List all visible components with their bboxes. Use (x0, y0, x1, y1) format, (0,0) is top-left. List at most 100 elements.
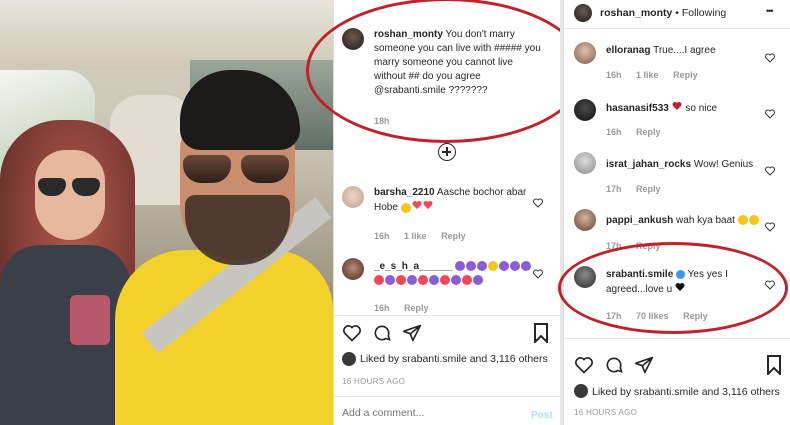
avatar[interactable] (342, 28, 364, 50)
comment-time: 16h (606, 127, 622, 137)
comment-username[interactable]: srabanti.smile (606, 269, 673, 280)
post-comments-panel: roshan_monty • Following ••• elloranag T… (558, 0, 790, 425)
following-button[interactable]: Following (682, 7, 726, 19)
comment-time: 17h (606, 241, 622, 251)
divider (334, 315, 561, 316)
comment: srabanti.smile Yes yes I agreed...love u (606, 268, 766, 297)
caption-username[interactable]: roshan_monty (374, 29, 443, 40)
post-comments-panel: roshan_monty You don't marry someone you… (306, 0, 586, 425)
comment-username[interactable]: elloranag (606, 45, 650, 56)
reply-button[interactable]: Reply (683, 311, 708, 321)
comment-meta: 17h 70 likes Reply (606, 311, 720, 321)
man-sunglasses (183, 155, 293, 185)
like-comment-icon[interactable] (765, 219, 775, 232)
post-button[interactable]: Post (531, 410, 553, 421)
caption: roshan_monty You don't marry someone you… (374, 28, 544, 98)
comment-time: 17h (606, 184, 622, 194)
avatar[interactable] (574, 4, 592, 22)
like-comment-icon[interactable] (765, 277, 775, 290)
divider (564, 28, 790, 29)
comment-icon[interactable] (604, 355, 624, 375)
like-icon[interactable] (574, 355, 594, 375)
comment-likes[interactable]: 1 like (636, 70, 659, 80)
avatar[interactable] (342, 352, 356, 366)
comment: _e_s_h_a______ (374, 260, 544, 288)
comment: pappi_ankush wah kya baat (606, 214, 766, 228)
comment-username[interactable]: israt_jahan_rocks (606, 159, 691, 170)
heart-emoji-row-icon (374, 275, 484, 286)
comment: elloranag True....I agree (606, 44, 766, 58)
like-comment-icon[interactable] (533, 195, 543, 208)
comment-username[interactable]: pappi_ankush (606, 215, 673, 226)
like-comment-icon[interactable] (765, 50, 775, 63)
heart-emoji-icon (672, 101, 682, 116)
comment-text: Wow! Genius (693, 159, 754, 170)
avatar[interactable] (574, 384, 588, 398)
comment-meta: 16h Reply (606, 127, 673, 137)
post-photo[interactable] (0, 0, 333, 425)
header-username[interactable]: roshan_monty (600, 7, 672, 19)
avatar[interactable] (574, 209, 596, 231)
divider (334, 396, 561, 397)
comment-time: 16h (374, 231, 390, 241)
avatar[interactable] (574, 152, 596, 174)
avatar[interactable] (574, 42, 596, 64)
comment-meta: 17h Reply (606, 184, 673, 194)
purple-heart-emoji-icon (455, 261, 532, 272)
post-timestamp: 16 HOURS AGO (574, 408, 638, 417)
comment-time: 17h (606, 311, 622, 321)
like-comment-icon[interactable] (765, 163, 775, 176)
caption-time: 18h (374, 116, 390, 126)
more-options-icon[interactable]: ••• (766, 6, 774, 16)
avatar[interactable] (342, 258, 364, 280)
comment: hasanasif533 so nice (606, 101, 766, 116)
like-icon[interactable] (342, 323, 362, 343)
comment-icon[interactable] (372, 323, 392, 343)
comment: israt_jahan_rocks Wow! Genius (606, 158, 766, 172)
comment-username[interactable]: _e_s_h_a______ (374, 261, 452, 272)
like-comment-icon[interactable] (765, 106, 775, 119)
reply-button[interactable]: Reply (673, 70, 698, 80)
comment: barsha_2210 Aasche bochor abar Hobe (374, 186, 534, 215)
liked-by[interactable]: Liked by srabanti.smile and 3,116 others (592, 386, 780, 398)
comment-likes[interactable]: 70 likes (636, 311, 669, 321)
bookmark-icon[interactable] (533, 323, 549, 343)
black-heart-emoji-icon (675, 282, 685, 297)
share-icon[interactable] (402, 323, 422, 343)
avatar[interactable] (574, 266, 596, 288)
bookmark-icon[interactable] (766, 355, 782, 375)
load-more-icon[interactable] (438, 143, 456, 161)
comment-text: so nice (685, 103, 718, 115)
reply-button[interactable]: Reply (636, 241, 661, 251)
comment-likes[interactable]: 1 like (404, 231, 427, 241)
heart-emoji-icon (423, 200, 433, 215)
heart-emoji-icon (412, 200, 422, 215)
avatar[interactable] (574, 99, 596, 121)
comment-time: 16h (606, 70, 622, 80)
reply-button[interactable]: Reply (404, 303, 429, 313)
comment-meta: 16h 1 like Reply (374, 231, 478, 241)
clap-emoji-icon (737, 215, 748, 226)
woman-sunglasses (38, 178, 102, 198)
divider (564, 338, 790, 339)
verified-badge-icon (676, 269, 686, 279)
reply-button[interactable]: Reply (636, 127, 661, 137)
action-bar (342, 323, 422, 343)
share-icon[interactable] (634, 355, 654, 375)
liked-by[interactable]: Liked by srabanti.smile and 3,116 others (360, 353, 548, 365)
comment-input[interactable] (342, 407, 512, 419)
reply-button[interactable]: Reply (441, 231, 466, 241)
post-timestamp: 16 HOURS AGO (342, 377, 406, 386)
reply-button[interactable]: Reply (636, 184, 661, 194)
header-separator: • (675, 7, 679, 19)
comment-username[interactable]: hasanasif533 (606, 103, 669, 114)
action-bar (574, 355, 654, 375)
comment-username[interactable]: barsha_2210 (374, 187, 435, 198)
avatar[interactable] (342, 186, 364, 208)
comment-text: True....I agree (653, 45, 716, 56)
grin-emoji-icon (400, 202, 411, 213)
woman-shirt (0, 245, 130, 425)
like-comment-icon[interactable] (533, 266, 543, 279)
post-header: roshan_monty • Following (600, 7, 726, 19)
comment-text: wah kya baat (676, 215, 735, 226)
